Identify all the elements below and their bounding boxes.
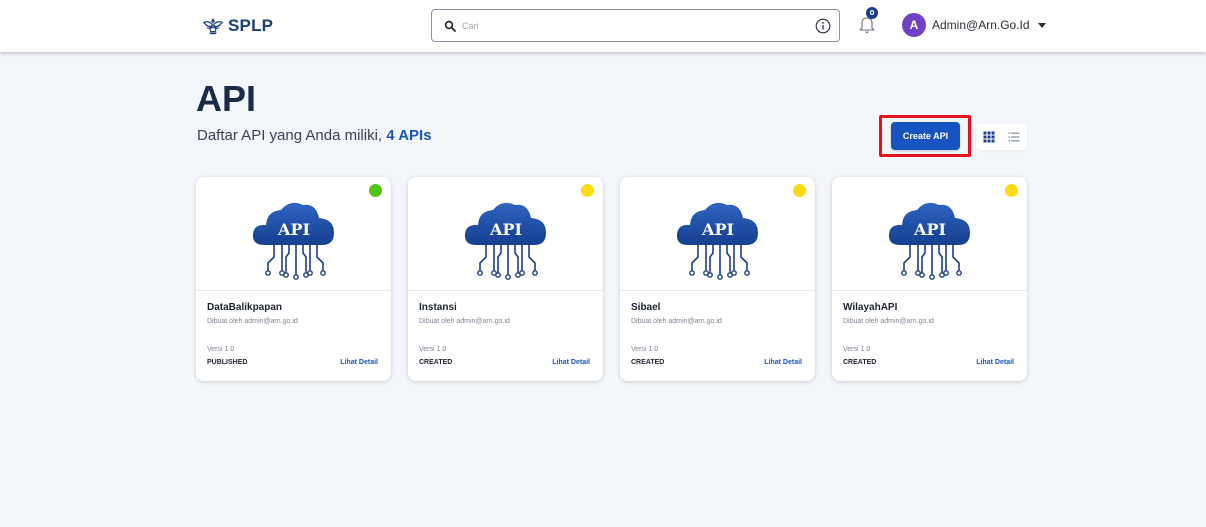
search-input[interactable]	[462, 15, 802, 36]
svg-text:API: API	[913, 220, 946, 239]
search-box[interactable]	[431, 9, 840, 42]
api-card[interactable]: API Instansi Dibuat oleh admin@arn.go.id…	[408, 177, 603, 381]
card-title: Instansi	[419, 302, 457, 313]
view-detail-link[interactable]: Lihat Detail	[552, 359, 590, 366]
card-title: Sibael	[631, 302, 661, 313]
notification-badge: 0	[866, 7, 878, 19]
svg-text:API: API	[489, 220, 522, 239]
api-card[interactable]: API Sibael Dibuat oleh admin@arn.go.id V…	[620, 177, 815, 381]
card-image: API	[408, 177, 603, 291]
card-title: WilayahAPI	[843, 302, 898, 313]
card-author: Dibuat oleh admin@arn.go.id	[207, 318, 298, 325]
card-status-badge: PUBLISHED	[207, 359, 248, 366]
card-title: DataBalikpapan	[207, 302, 283, 313]
api-cloud-icon: API	[464, 202, 546, 280]
info-icon[interactable]	[815, 18, 831, 34]
page-title: API	[196, 78, 257, 119]
card-version: Versi 1.0	[843, 346, 871, 353]
card-version: Versi 1.0	[419, 346, 447, 353]
api-cloud-icon: API	[676, 202, 758, 280]
card-version: Versi 1.0	[207, 346, 235, 353]
card-author: Dibuat oleh admin@arn.go.id	[419, 318, 510, 325]
create-api-button[interactable]: Create API	[891, 122, 960, 150]
api-card-grid: API DataBalikpapan Dibuat oleh admin@arn…	[196, 177, 1028, 381]
logo-text: SPLP	[228, 16, 274, 35]
app-logo[interactable]: SPLP	[202, 13, 273, 39]
api-count: 4 APIs	[386, 127, 432, 144]
svg-text:API: API	[701, 220, 734, 239]
list-view-icon[interactable]	[1008, 131, 1020, 143]
api-cloud-icon: API	[252, 202, 334, 280]
api-cloud-icon: API	[888, 202, 970, 280]
api-card[interactable]: API WilayahAPI Dibuat oleh admin@arn.go.…	[832, 177, 1027, 381]
page-subtitle: Daftar API yang Anda miliki, 4 APIs	[197, 127, 432, 144]
user-name: Admin@Arn.Go.Id	[932, 18, 1030, 32]
svg-text:API: API	[277, 220, 310, 239]
card-author: Dibuat oleh admin@arn.go.id	[631, 318, 722, 325]
top-navbar: SPLP 0 A Admin@Arn.Go.Id	[0, 0, 1206, 52]
card-author: Dibuat oleh admin@arn.go.id	[843, 318, 934, 325]
card-image: API	[832, 177, 1027, 291]
view-toggle	[976, 124, 1027, 150]
search-icon	[444, 20, 456, 32]
caret-down-icon	[1037, 22, 1046, 28]
card-version: Versi 1.0	[631, 346, 659, 353]
card-status-badge: CREATED	[631, 359, 665, 366]
subtitle-text: Daftar API yang Anda miliki,	[197, 127, 383, 144]
garuda-logo-icon	[202, 17, 224, 35]
view-detail-link[interactable]: Lihat Detail	[764, 359, 802, 366]
avatar: A	[902, 13, 926, 37]
card-image: API	[620, 177, 815, 291]
status-dot-icon	[369, 184, 382, 197]
status-dot-icon	[1005, 184, 1018, 197]
user-menu[interactable]: A Admin@Arn.Go.Id	[902, 11, 1046, 39]
status-dot-icon	[581, 184, 594, 197]
card-status-badge: CREATED	[419, 359, 453, 366]
card-status-badge: CREATED	[843, 359, 877, 366]
api-card[interactable]: API DataBalikpapan Dibuat oleh admin@arn…	[196, 177, 391, 381]
status-dot-icon	[793, 184, 806, 197]
view-detail-link[interactable]: Lihat Detail	[976, 359, 1014, 366]
grid-view-icon[interactable]	[983, 131, 995, 143]
view-detail-link[interactable]: Lihat Detail	[340, 359, 378, 366]
card-image: API	[196, 177, 391, 291]
